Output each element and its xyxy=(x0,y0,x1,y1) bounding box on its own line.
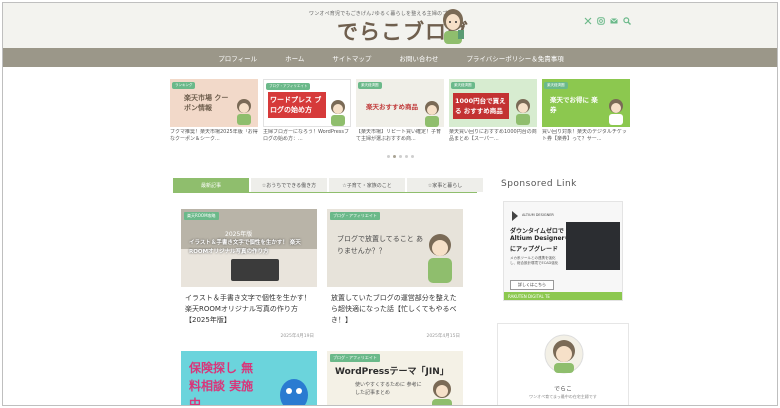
card-tag: 楽天経済圏 xyxy=(358,82,382,89)
ad-footer: RAKUTEN DIGITAL TE xyxy=(504,292,622,300)
tab-latest[interactable]: 最新記事 xyxy=(173,178,249,192)
card-title: 買い回り対象！楽天のデジタルチケット券【楽券】って？サー... xyxy=(542,129,627,142)
card-image-text: 楽天でお得に 楽券 xyxy=(550,96,598,114)
post-date: 2025年4月15日 xyxy=(426,334,460,339)
profile-name: でらこ xyxy=(553,386,572,393)
card-image-text: 1000円台で買える おすすめ商品 xyxy=(455,97,506,115)
post-thumbnail: ブログ・アフィリエイト WordPressテーマ「JIN」 使いやすくするために… xyxy=(327,351,463,405)
site-header: ワンオペ育児でもごきげん♪ゆるく暮らしを整える主婦のブログ でらこブログ xyxy=(3,3,777,48)
carousel-dots xyxy=(387,155,414,158)
card-image-text: 楽天市場 クーポン情報 xyxy=(184,94,229,112)
tab-housework[interactable]: ☆家事と暮らし xyxy=(407,178,483,192)
tab-underline xyxy=(173,192,477,193)
card-image-text: 楽天おすすめ商品 xyxy=(366,103,418,111)
mascot-illustration xyxy=(280,379,308,405)
character-illustration xyxy=(516,99,530,125)
carousel-card[interactable]: ランキング 楽天市場 クーポン情報 ブクマ推奨！楽天市場2025年版「お得なクー… xyxy=(170,79,258,149)
ad-screenshot xyxy=(566,222,620,270)
tablet-image xyxy=(231,259,279,281)
search-icon[interactable] xyxy=(623,10,631,25)
post-image-text: イラスト＆手書き文字で個性を生かす！ 楽天ROOMオリジナル写真の作り方 xyxy=(189,240,301,255)
post-image-text: 保険探し 無料相談 実施中 xyxy=(189,361,254,406)
card-thumbnail: 楽天経済圏 楽天おすすめ商品 xyxy=(356,79,444,127)
nav-profile[interactable]: プロフィール xyxy=(204,53,271,63)
carousel-dot[interactable] xyxy=(393,155,396,158)
post-image-text: WordPressテーマ「JIN」 xyxy=(335,367,449,377)
carousel-dot[interactable] xyxy=(387,155,390,158)
card-tag: 楽天経済圏 xyxy=(544,82,568,89)
post-date: 2025年4月19日 xyxy=(280,334,314,339)
post-image-text: ブログで放置してること ありませんか？？ xyxy=(337,235,424,255)
carousel-dot[interactable] xyxy=(405,155,408,158)
card-tag: ランキング xyxy=(172,82,196,89)
post-title: 放置していたブログの運営部分を整えたら超快適になった話【忙しくてもやるべき！】 xyxy=(331,294,457,324)
carousel-card[interactable]: 楽天経済圏 楽天でお得に 楽券 買い回り対象！楽天のデジタルチケット券【楽券】っ… xyxy=(542,79,630,149)
card-title: 楽天買い回りにおすすめ1000円台の商品まとめ【スーパー... xyxy=(449,129,537,142)
carousel-card[interactable]: ブログ・アフィリエイト ワードプレス ブログの始め方 主婦ブロガーになろう！Wo… xyxy=(263,79,351,149)
nav-contact[interactable]: お問い合わせ xyxy=(385,53,452,63)
tab-work-from-home[interactable]: ☆おうちでできる働き方 xyxy=(251,178,327,192)
sponsored-title: Sponsored Link xyxy=(501,179,577,189)
tab-parenting[interactable]: ☆子育て・家族のこと xyxy=(329,178,405,192)
nav-privacy[interactable]: プライバシーポリシー＆免責事項 xyxy=(452,53,577,63)
x-icon[interactable] xyxy=(584,10,592,25)
altium-logo-icon xyxy=(512,211,518,221)
post-card[interactable]: 楽天ROOM攻略 2025年版 イラスト＆手書き文字で個性を生かす！ 楽天ROO… xyxy=(181,209,317,343)
logo-avatar-illustration xyxy=(443,9,464,44)
ad-line4: メカ系ツールとの連携を強化し、総合設計環境でECAD強化 xyxy=(510,256,559,265)
post-title: イラスト＆手書き文字で個性を生かす！楽天ROOMオリジナル写真の作り方【2025… xyxy=(185,294,311,324)
nav-sitemap[interactable]: サイトマップ xyxy=(318,53,385,63)
post-image-subtext: 使いやすくするために 参考にした記事まとめ xyxy=(355,382,422,396)
character-illustration xyxy=(432,380,452,405)
post-thumbnail: 楽天ROOM攻略 2025年版 イラスト＆手書き文字で個性を生かす！ 楽天ROO… xyxy=(181,209,317,287)
profile-avatar xyxy=(544,334,584,374)
post-card[interactable]: ブログ・アフィリエイト ブログで放置してること ありませんか？？ 放置していたブ… xyxy=(327,209,463,343)
card-title: 主婦ブロガーになろう！WordPressブログの始め方：... xyxy=(263,129,350,142)
character-illustration xyxy=(609,99,623,125)
ad-cta-button[interactable]: 詳しくはこちら xyxy=(510,280,554,290)
carousel-card[interactable]: 楽天経済圏 1000円台で買える おすすめ商品 楽天買い回りにおすすめ1000円… xyxy=(449,79,537,149)
post-category: ブログ・アフィリエイト xyxy=(330,354,380,362)
profile-description: ワンオペ育てまっ最中の在宅主婦です xyxy=(529,394,597,399)
card-thumbnail: ランキング 楽天市場 クーポン情報 xyxy=(170,79,258,127)
carousel-dot[interactable] xyxy=(399,155,402,158)
card-thumbnail: 楽天経済圏 1000円台で買える おすすめ商品 xyxy=(449,79,537,127)
character-illustration xyxy=(237,99,251,125)
carousel-card[interactable]: 楽天経済圏 楽天おすすめ商品 【楽天市場】リピート買い確定！子育て主婦が選ぶおす… xyxy=(356,79,444,149)
card-thumbnail: ブログ・アフィリエイト ワードプレス ブログの始め方 xyxy=(263,79,351,127)
post-card[interactable]: ブログ・アフィリエイト WordPressテーマ「JIN」 使いやすくするために… xyxy=(327,351,463,405)
character-illustration xyxy=(425,101,439,127)
card-tag: ブログ・アフィリエイト xyxy=(266,83,311,90)
card-tag: 楽天経済圏 xyxy=(451,82,475,89)
card-image-text: ワードプレス ブログの始め方 xyxy=(270,96,322,114)
ad-brand: ALTIUM DESIGNER xyxy=(522,213,554,217)
ad-line2: Altium Designer® xyxy=(510,235,571,242)
sponsored-ad[interactable]: ALTIUM DESIGNER ダウンタイムゼロで Altium Designe… xyxy=(503,201,623,301)
featured-carousel: ランキング 楽天市場 クーポン情報 ブクマ推奨！楽天市場2025年版「お得なクー… xyxy=(170,79,630,149)
instagram-icon[interactable] xyxy=(597,10,605,25)
post-tabs: 最新記事 ☆おうちでできる働き方 ☆子育て・家族のこと ☆家事と暮らし xyxy=(173,178,483,192)
ad-line3: にアップグレード xyxy=(510,246,559,253)
character-illustration xyxy=(428,234,452,283)
post-card[interactable]: 保険探し 無料相談 実施中 xyxy=(181,351,317,406)
post-thumbnail: ブログ・アフィリエイト ブログで放置してること ありませんか？？ xyxy=(327,209,463,287)
post-thumbnail: 保険探し 無料相談 実施中 xyxy=(181,351,317,406)
character-illustration xyxy=(331,100,345,126)
post-image-year: 2025年版 xyxy=(225,231,253,238)
header-icons xyxy=(584,10,631,25)
ad-line1: ダウンタイムゼロで xyxy=(510,228,564,235)
mail-icon[interactable] xyxy=(610,10,618,24)
post-category: 楽天ROOM攻略 xyxy=(184,212,219,220)
card-title: ブクマ推奨！楽天市場2025年版「お得なクーポン＆シーク... xyxy=(170,129,258,142)
nav-home[interactable]: ホーム xyxy=(271,53,318,63)
browser-page: ワンオペ育児でもごきげん♪ゆるく暮らしを整える主婦のブログ でらこブログ プロフ… xyxy=(2,2,778,406)
card-title: 【楽天市場】リピート買い確定！子育て主婦が選ぶおすすめ商... xyxy=(356,129,442,142)
global-nav: プロフィール ホーム サイトマップ お問い合わせ プライバシーポリシー＆免責事項 xyxy=(3,48,777,67)
carousel-dot[interactable] xyxy=(411,155,414,158)
profile-widget: でらこ ワンオペ育てまっ最中の在宅主婦です xyxy=(497,323,629,405)
card-thumbnail: 楽天経済圏 楽天でお得に 楽券 xyxy=(542,79,630,127)
post-category: ブログ・アフィリエイト xyxy=(330,212,380,220)
